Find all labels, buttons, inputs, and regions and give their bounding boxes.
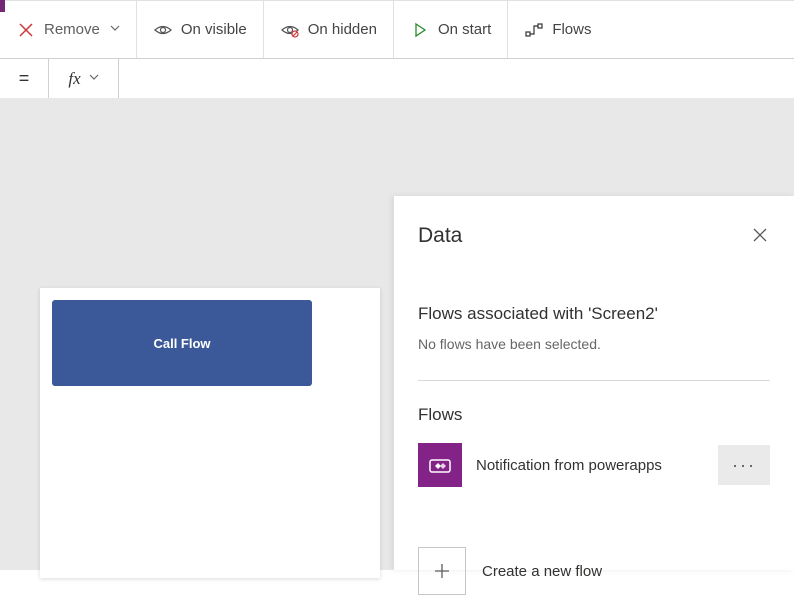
formula-input[interactable] xyxy=(119,59,794,98)
divider xyxy=(418,380,770,381)
panel-title: Data xyxy=(418,224,462,248)
eye-icon xyxy=(153,20,173,40)
on-hidden-label: On hidden xyxy=(308,21,377,38)
more-icon: ··· xyxy=(732,455,756,476)
plus-icon xyxy=(418,547,466,595)
flow-item-label: Notification from powerapps xyxy=(476,457,704,474)
ribbon-toolbar: Remove On visible On hidden On start Flo… xyxy=(0,0,794,58)
flows-button[interactable]: Flows xyxy=(508,1,607,58)
chevron-down-icon xyxy=(110,23,120,36)
equals-button[interactable]: = xyxy=(0,59,48,98)
eye-hidden-icon xyxy=(280,20,300,40)
call-flow-label: Call Flow xyxy=(153,336,210,351)
canvas-area: Call Flow Data Flows associated with 'Sc… xyxy=(0,98,794,570)
on-start-button[interactable]: On start xyxy=(394,1,508,58)
fx-icon: fx xyxy=(68,69,80,89)
call-flow-button[interactable]: Call Flow xyxy=(52,300,312,386)
powerapps-flow-icon xyxy=(418,443,462,487)
associated-flows-title: Flows associated with 'Screen2' xyxy=(418,304,770,324)
remove-button[interactable]: Remove xyxy=(0,1,137,58)
close-icon xyxy=(16,20,36,40)
on-hidden-button[interactable]: On hidden xyxy=(264,1,394,58)
screen-preview[interactable]: Call Flow xyxy=(40,288,380,578)
flows-icon xyxy=(524,20,544,40)
formula-bar: = fx xyxy=(0,58,794,98)
flow-item-more-button[interactable]: ··· xyxy=(718,445,770,485)
on-visible-label: On visible xyxy=(181,21,247,38)
close-panel-button[interactable] xyxy=(752,227,770,245)
play-icon xyxy=(410,20,430,40)
flows-label: Flows xyxy=(552,21,591,38)
flow-item[interactable]: Notification from powerapps ··· xyxy=(418,443,770,487)
create-new-flow-button[interactable]: Create a new flow xyxy=(418,547,770,595)
remove-label: Remove xyxy=(44,21,100,38)
on-start-label: On start xyxy=(438,21,491,38)
associated-flows-message: No flows have been selected. xyxy=(418,336,770,352)
flows-section-title: Flows xyxy=(418,405,770,425)
fx-dropdown[interactable]: fx xyxy=(48,59,118,98)
create-new-flow-label: Create a new flow xyxy=(482,563,602,580)
data-panel: Data Flows associated with 'Screen2' No … xyxy=(394,196,794,570)
on-visible-button[interactable]: On visible xyxy=(137,1,264,58)
chevron-down-icon xyxy=(89,72,99,85)
